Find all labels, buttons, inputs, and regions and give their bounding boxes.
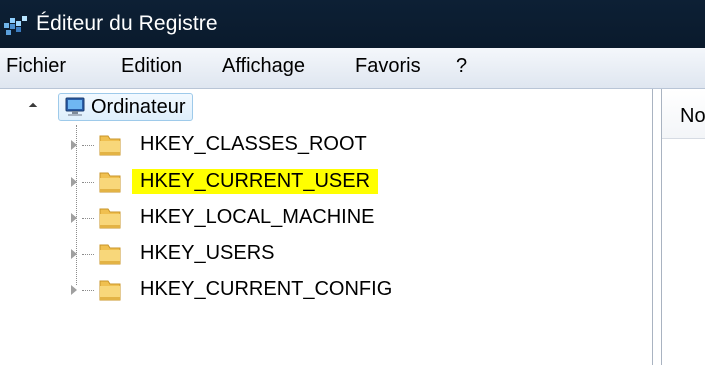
tree-item-label: HKEY_USERS: [140, 242, 275, 264]
folder-icon: [99, 280, 121, 301]
tree-item-label: HKEY_LOCAL_MACHINE: [140, 206, 375, 228]
tree-root-ordinateur[interactable]: Ordinateur: [58, 93, 193, 121]
title-bar[interactable]: Éditeur du Registre: [0, 0, 705, 48]
tree-item-hkey-users[interactable]: HKEY_USERS: [0, 239, 600, 269]
collapsed-triangle-icon[interactable]: [71, 140, 77, 150]
regedit-icon: [4, 16, 27, 35]
menu-favoris[interactable]: Favoris: [355, 55, 421, 78]
tree-root-label: Ordinateur: [91, 95, 186, 118]
collapsed-triangle-icon[interactable]: [71, 177, 77, 187]
tree-item-hkey-current-config[interactable]: HKEY_CURRENT_CONFIG: [0, 275, 600, 305]
tree-connector: [82, 182, 94, 183]
tree-item-label: HKEY_CLASSES_ROOT: [140, 133, 367, 155]
tree-item-hkey-classes-root[interactable]: HKEY_CLASSES_ROOT: [0, 130, 600, 160]
menu-bar: Fichier Edition Affichage Favoris ?: [0, 48, 705, 89]
tree-connector: [82, 290, 94, 291]
menu-fichier[interactable]: Fichier: [6, 55, 66, 78]
folder-icon: [99, 172, 121, 193]
content-area: Ordinateur HKEY_CLASSES_ROOT HKEY_CURREN…: [0, 89, 705, 365]
pane-splitter[interactable]: [652, 89, 662, 365]
tree-pane[interactable]: Ordinateur HKEY_CLASSES_ROOT HKEY_CURREN…: [0, 89, 652, 365]
tree-item-hkey-current-user[interactable]: HKEY_CURRENT_USER: [0, 167, 600, 197]
folder-icon: [99, 135, 121, 156]
values-pane[interactable]: No: [662, 89, 705, 365]
collapsed-triangle-icon[interactable]: [71, 213, 77, 223]
menu-edition[interactable]: Edition: [121, 55, 182, 78]
column-header-label: No: [680, 105, 705, 127]
tree-item-label-highlighted: HKEY_CURRENT_USER: [132, 169, 379, 194]
folder-icon: [99, 244, 121, 265]
expanded-triangle-icon[interactable]: [28, 102, 38, 112]
tree-connector: [82, 145, 94, 146]
tree-item-label: HKEY_CURRENT_CONFIG: [140, 278, 393, 300]
computer-icon: [65, 97, 85, 116]
collapsed-triangle-icon[interactable]: [71, 249, 77, 259]
collapsed-triangle-icon[interactable]: [71, 285, 77, 295]
tree-item-hkey-local-machine[interactable]: HKEY_LOCAL_MACHINE: [0, 203, 600, 233]
tree-connector: [82, 254, 94, 255]
tree-connector: [82, 218, 94, 219]
window-title: Éditeur du Registre: [36, 12, 218, 35]
folder-icon: [99, 208, 121, 229]
menu-affichage[interactable]: Affichage: [222, 55, 305, 78]
registry-editor-window: Éditeur du Registre Fichier Edition Affi…: [0, 0, 705, 365]
menu-help[interactable]: ?: [456, 55, 467, 78]
column-header-name[interactable]: No: [662, 89, 705, 139]
